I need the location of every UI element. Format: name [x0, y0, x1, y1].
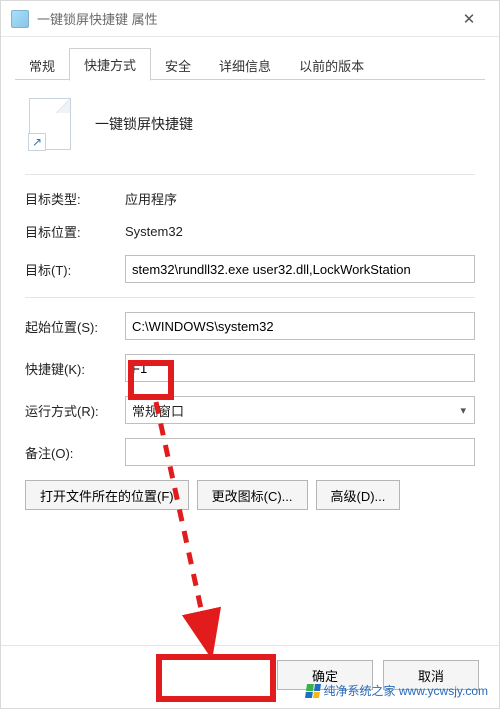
action-button-row: 打开文件所在的位置(F) 更改图标(C)... 高级(D)... — [25, 480, 475, 510]
shortcut-overlay-arrow-icon: ↗ — [28, 133, 46, 151]
separator — [25, 297, 475, 298]
value-target-type: 应用程序 — [125, 189, 475, 208]
row-target-location: 目标位置: System32 — [25, 222, 475, 241]
tab-strip: 常规 快捷方式 安全 详细信息 以前的版本 — [1, 37, 499, 80]
label-shortcut-key: 快捷键(K): — [25, 359, 125, 378]
tab-security[interactable]: 安全 — [151, 50, 205, 81]
tab-shortcut[interactable]: 快捷方式 — [69, 48, 151, 81]
app-icon — [11, 10, 29, 28]
separator — [25, 174, 475, 175]
watermark-logo-icon — [305, 684, 321, 698]
tab-previous-versions[interactable]: 以前的版本 — [285, 50, 378, 81]
shortcut-name: 一键锁屏快捷键 — [95, 114, 193, 134]
properties-dialog: 一键锁屏快捷键 属性 ✕ 常规 快捷方式 安全 详细信息 以前的版本 ↗ 一键锁… — [0, 0, 500, 709]
label-start-in: 起始位置(S): — [25, 317, 125, 336]
row-target: 目标(T): — [25, 255, 475, 283]
label-target: 目标(T): — [25, 260, 125, 279]
input-start-in[interactable] — [125, 312, 475, 340]
row-start-in: 起始位置(S): — [25, 312, 475, 340]
label-run: 运行方式(R): — [25, 401, 125, 420]
row-comment: 备注(O): — [25, 438, 475, 466]
watermark-text: 纯净系统之家 www.ycwsjy.com — [324, 682, 488, 699]
input-target[interactable] — [125, 255, 475, 283]
chevron-down-icon: ▾ — [456, 404, 470, 417]
close-icon: ✕ — [463, 10, 476, 28]
input-shortcut-key[interactable] — [125, 354, 475, 382]
change-icon-button[interactable]: 更改图标(C)... — [197, 480, 308, 510]
tab-details[interactable]: 详细信息 — [205, 50, 285, 81]
shortcut-header: ↗ 一键锁屏快捷键 — [25, 98, 475, 150]
input-comment[interactable] — [125, 438, 475, 466]
watermark: 纯净系统之家 www.ycwsjy.com — [306, 682, 488, 699]
row-target-type: 目标类型: 应用程序 — [25, 189, 475, 208]
tab-general[interactable]: 常规 — [15, 50, 69, 81]
combo-run-value: 常规窗口 — [132, 401, 184, 420]
value-target-location: System32 — [125, 224, 475, 239]
row-shortcut-key: 快捷键(K): — [25, 354, 475, 382]
label-target-location: 目标位置: — [25, 222, 125, 241]
window-title: 一键锁屏快捷键 属性 — [37, 9, 449, 28]
combo-run[interactable]: 常规窗口 ▾ — [125, 396, 475, 424]
open-file-location-button[interactable]: 打开文件所在的位置(F) — [25, 480, 189, 510]
label-comment: 备注(O): — [25, 443, 125, 462]
titlebar: 一键锁屏快捷键 属性 ✕ — [1, 1, 499, 37]
advanced-button[interactable]: 高级(D)... — [316, 480, 401, 510]
label-target-type: 目标类型: — [25, 189, 125, 208]
shortcut-file-icon: ↗ — [29, 98, 71, 150]
tab-content: ↗ 一键锁屏快捷键 目标类型: 应用程序 目标位置: System32 目标(T… — [1, 80, 499, 645]
close-button[interactable]: ✕ — [449, 5, 489, 33]
row-run: 运行方式(R): 常规窗口 ▾ — [25, 396, 475, 424]
